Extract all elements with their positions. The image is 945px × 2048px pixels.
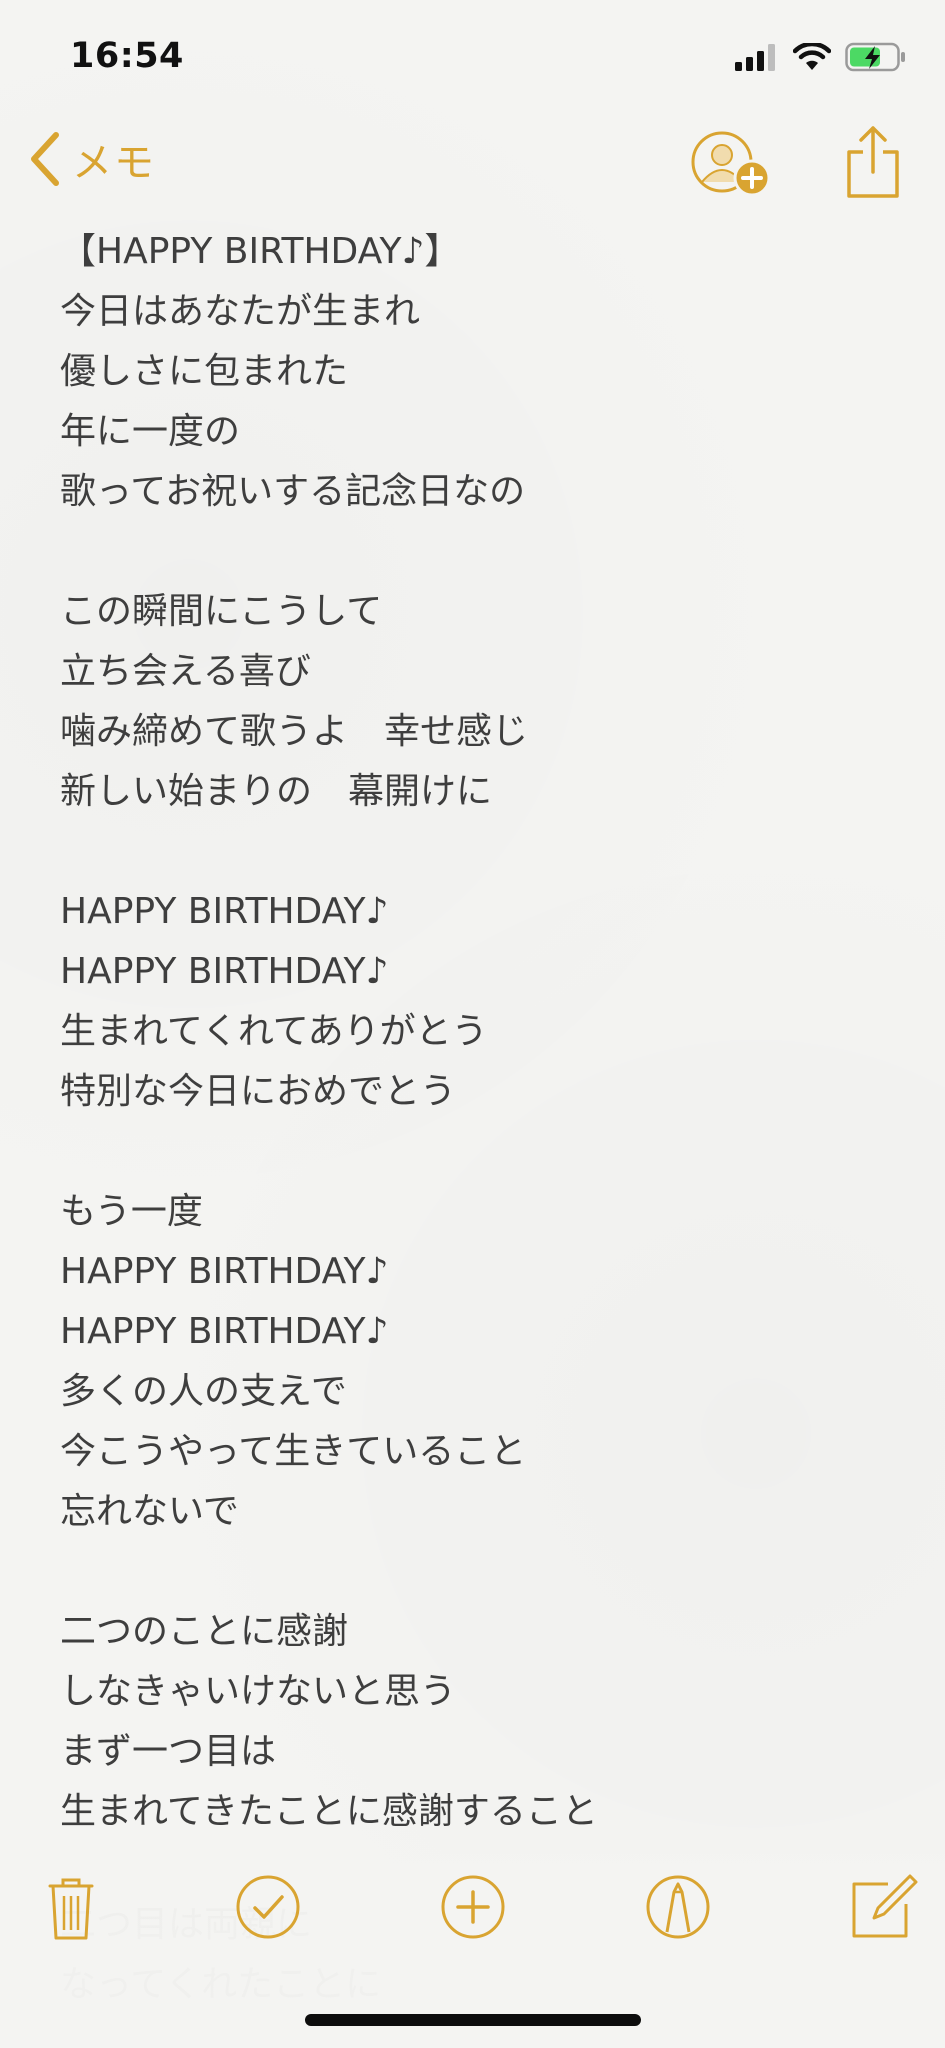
markup-icon xyxy=(646,1875,710,1939)
note-line: この瞬間にこうして xyxy=(60,591,383,632)
note-line: 歌ってお祝いする記念日なの xyxy=(60,471,526,512)
battery-charging-icon xyxy=(845,42,905,72)
note-line: HAPPY BIRTHDAY♪ xyxy=(60,1251,389,1292)
share-icon xyxy=(847,126,899,198)
signal-icon xyxy=(735,44,775,71)
home-indicator[interactable] xyxy=(305,2014,641,2026)
note-line: 生まれてきたことに感謝すること xyxy=(60,1791,598,1832)
note-line: 特別な今日におめでとう xyxy=(60,1071,457,1112)
note-line: HAPPY BIRTHDAY♪ xyxy=(60,1311,389,1352)
add-icon xyxy=(441,1875,505,1939)
note-line: 新しい始まりの 幕開けに xyxy=(60,771,493,812)
back-button[interactable]: メモ xyxy=(28,130,156,188)
add-person-button[interactable] xyxy=(690,130,780,200)
note-line: HAPPY BIRTHDAY♪ xyxy=(60,891,389,932)
status-icons xyxy=(735,42,907,72)
note-line xyxy=(60,822,900,882)
status-time: 16:54 xyxy=(70,36,184,76)
back-button-label: メモ xyxy=(72,140,156,186)
note-line: 今こうやって生きていること xyxy=(60,1431,527,1472)
note-line: もう一度 xyxy=(60,1191,203,1232)
note-line xyxy=(60,1542,900,1602)
note-line: 立ち会える喜び xyxy=(60,651,311,692)
compose-button[interactable] xyxy=(848,1872,918,1942)
compose-icon xyxy=(852,1874,918,1938)
note-line: 生まれてくれてありがとう xyxy=(60,1011,488,1052)
note-line: 年に一度の xyxy=(60,411,241,452)
note-line: 多くの人の支えで xyxy=(60,1371,347,1412)
note-line: 今日はあなたが生まれ xyxy=(60,291,421,332)
note-line: 忘れないで xyxy=(60,1491,239,1532)
checklist-button[interactable] xyxy=(233,1872,303,1942)
note-body[interactable]: 【HAPPY BIRTHDAY♪】 今日はあなたが生まれ 優しさに包まれた 年に一度の… xyxy=(60,222,900,1842)
share-button[interactable] xyxy=(845,124,901,200)
note-line: 二つのことに感謝 xyxy=(60,1611,349,1652)
add-person-icon xyxy=(691,131,771,197)
note-line: 【HAPPY BIRTHDAY♪】 xyxy=(60,231,461,272)
checklist-icon xyxy=(236,1875,300,1939)
note-line: しなきゃいけないと思う xyxy=(60,1671,457,1712)
note-line: 優しさに包まれた xyxy=(60,351,349,392)
wifi-icon xyxy=(793,43,831,70)
trash-icon xyxy=(48,1878,94,1940)
markup-button[interactable] xyxy=(643,1872,713,1942)
note-line: HAPPY BIRTHDAY♪ xyxy=(60,951,389,992)
note-line xyxy=(60,522,900,582)
note-line xyxy=(60,1122,900,1182)
add-attachment-button[interactable] xyxy=(438,1872,508,1942)
note-line: まず一つ目は xyxy=(60,1731,277,1772)
chevron-left-icon xyxy=(31,132,59,186)
delete-button[interactable] xyxy=(36,1872,106,1942)
note-line: 噛み締めて歌うよ 幸せ感じ xyxy=(60,711,529,752)
